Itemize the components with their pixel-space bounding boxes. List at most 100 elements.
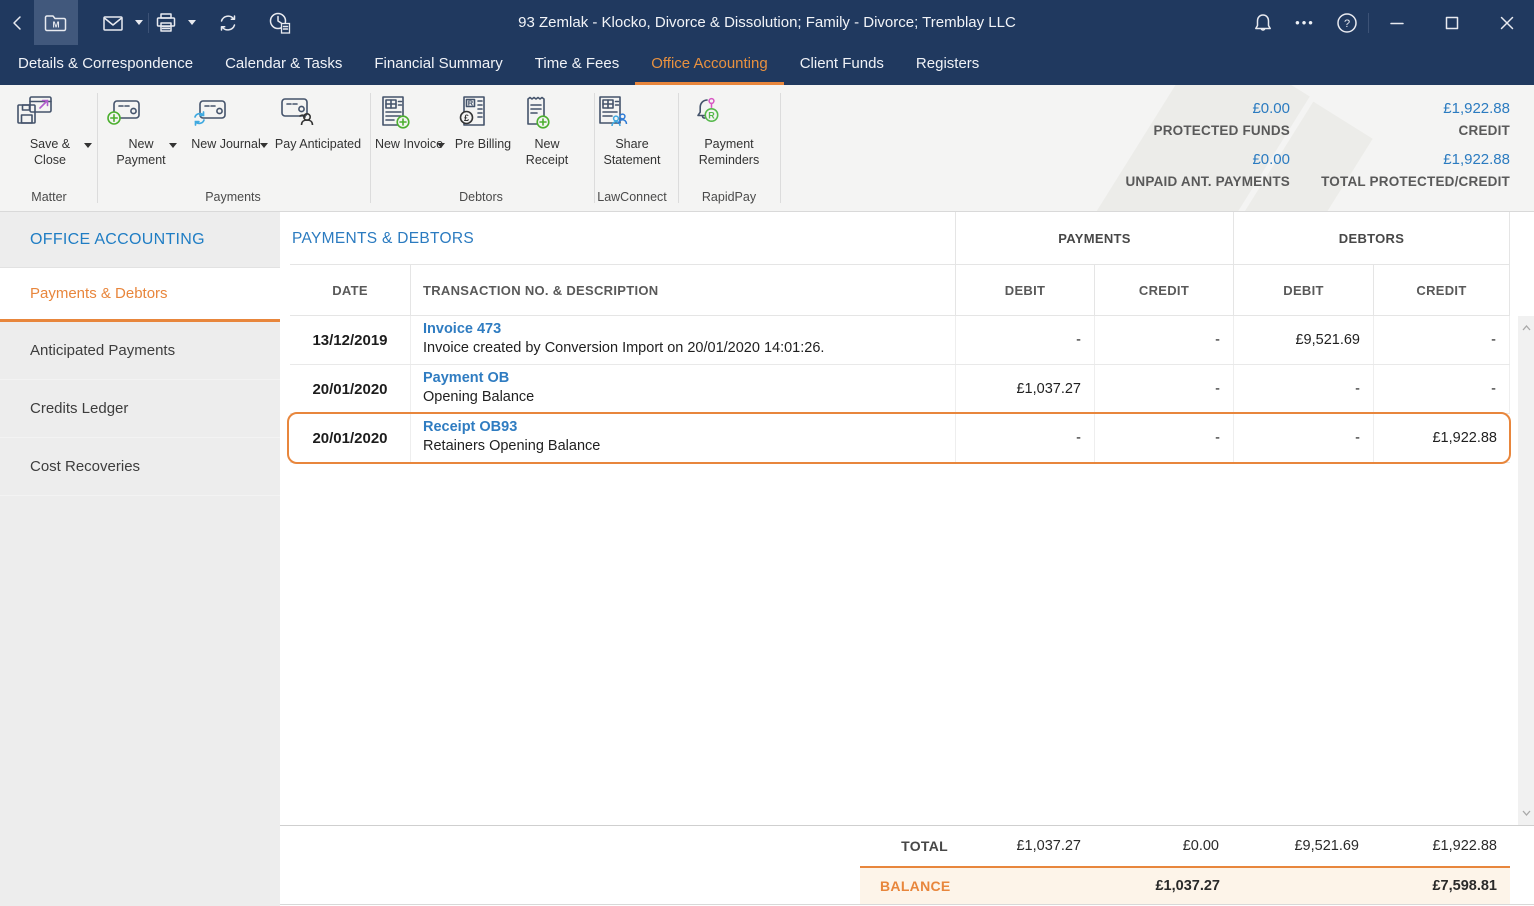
new-journal-icon	[190, 95, 262, 131]
total-payments-debit: £1,037.27	[1016, 826, 1081, 866]
new-payment-button[interactable]: New Payment	[104, 95, 178, 169]
transaction-link[interactable]: Receipt OB93	[423, 419, 955, 435]
email-button[interactable]	[96, 0, 130, 45]
share-statement-button[interactable]: Share Statement	[590, 95, 674, 169]
footer-divider	[280, 904, 1534, 905]
column-header-description[interactable]: TRANSACTION NO. & DESCRIPTION	[410, 265, 955, 315]
new-receipt-icon	[515, 95, 579, 131]
envelope-icon	[102, 14, 124, 32]
group-label-rapidpay: RapidPay	[702, 190, 756, 204]
sidebar-item-cost-recoveries[interactable]: Cost Recoveries	[0, 438, 280, 496]
new-payment-dropdown[interactable]	[169, 143, 177, 148]
table-row[interactable]: 13/12/2019 Invoice 473 Invoice created b…	[290, 316, 1510, 365]
vertical-scrollbar[interactable]	[1518, 316, 1534, 825]
maximize-icon	[1445, 16, 1459, 30]
tab-client-funds[interactable]: Client Funds	[784, 45, 900, 85]
help-button[interactable]: ?	[1326, 0, 1368, 45]
save-close-dropdown[interactable]	[84, 143, 92, 148]
transaction-rows: 13/12/2019 Invoice 473 Invoice created b…	[290, 316, 1510, 463]
tab-label: Details & Correspondence	[18, 55, 193, 72]
tab-calendar-tasks[interactable]: Calendar & Tasks	[209, 45, 358, 85]
table-row-selected[interactable]: 20/01/2020 Receipt OB93 Retainers Openin…	[290, 414, 1510, 463]
minimize-button[interactable]	[1369, 0, 1424, 45]
email-dropdown[interactable]	[130, 0, 148, 45]
protected-funds-value: £0.00	[1252, 100, 1290, 117]
matter-button[interactable]: M	[34, 0, 78, 45]
close-button[interactable]	[1479, 0, 1534, 45]
transaction-link[interactable]: Invoice 473	[423, 321, 955, 337]
tab-financial-summary[interactable]: Financial Summary	[358, 45, 518, 85]
sidebar-item-anticipated-payments[interactable]: Anticipated Payments	[0, 322, 280, 380]
new-payment-icon	[104, 95, 178, 131]
payments-debit-value: -	[955, 414, 1094, 462]
group-label-debtors: Debtors	[459, 190, 503, 204]
printer-icon	[155, 12, 177, 34]
tab-time-fees[interactable]: Time & Fees	[519, 45, 635, 85]
refresh-button[interactable]	[211, 0, 245, 45]
print-dropdown[interactable]	[183, 0, 201, 45]
caret-down-icon	[188, 20, 196, 25]
transaction-link[interactable]: Payment OB	[423, 370, 955, 386]
balance-label: BALANCE	[880, 868, 951, 905]
tab-registers[interactable]: Registers	[900, 45, 995, 85]
tab-office-accounting[interactable]: Office Accounting	[635, 45, 783, 85]
total-protected-credit-label: TOTAL PROTECTED/CREDIT	[1321, 174, 1510, 189]
sidebar-item-credits-ledger[interactable]: Credits Ledger	[0, 380, 280, 438]
app-window: M	[0, 0, 1534, 906]
payments-debtors-grid: PAYMENTS & DEBTORS PAYMENTS DEBTORS DATE…	[280, 212, 1534, 906]
balance-debtors-value: £7,598.81	[1432, 868, 1497, 905]
sidebar-item-label: Credits Ledger	[30, 400, 128, 417]
total-payments-credit: £0.00	[1183, 826, 1219, 866]
row-description-cell: Receipt OB93 Retainers Opening Balance	[410, 414, 955, 462]
time-recording-button[interactable]	[263, 0, 297, 45]
notifications-button[interactable]	[1242, 0, 1284, 45]
new-journal-dropdown[interactable]	[260, 143, 268, 148]
column-header-date[interactable]: DATE	[290, 265, 410, 315]
more-options-button[interactable]: •••	[1284, 0, 1326, 45]
account-summary-panel: £0.00 PROTECTED FUNDS £1,922.88 CREDIT £…	[1054, 85, 1534, 212]
column-header-debtors-credit[interactable]: CREDIT	[1373, 265, 1510, 315]
pay-anticipated-button[interactable]: Pay Anticipated	[274, 95, 362, 152]
grid-header-band: PAYMENTS & DEBTORS PAYMENTS DEBTORS	[290, 212, 1510, 265]
matter-tab-bar: Details & Correspondence Calendar & Task…	[0, 45, 1534, 85]
total-row: TOTAL £1,037.27 £0.00 £9,521.69 £1,922.8…	[280, 826, 1534, 866]
ellipsis-icon: •••	[1295, 15, 1315, 30]
new-journal-button[interactable]: New Journal	[190, 95, 262, 152]
pre-billing-button[interactable]: R £ Pre Billing	[452, 95, 514, 152]
tab-label: Calendar & Tasks	[225, 55, 342, 72]
transaction-description: Opening Balance	[423, 389, 534, 405]
chevron-left-icon	[10, 14, 24, 32]
new-invoice-button[interactable]: New Invoice	[373, 95, 445, 152]
tab-details-correspondence[interactable]: Details & Correspondence	[2, 45, 209, 85]
save-close-button[interactable]: Save & Close	[14, 95, 86, 169]
new-invoice-dropdown[interactable]	[437, 143, 445, 148]
debtors-credit-value: -	[1373, 316, 1510, 364]
tab-label: Client Funds	[800, 55, 884, 72]
print-button[interactable]	[149, 0, 183, 45]
column-group-debtors: DEBTORS	[1233, 212, 1510, 265]
column-header-payments-debit[interactable]: DEBIT	[955, 265, 1094, 315]
debtors-credit-value: £1,922.88	[1373, 414, 1510, 462]
scroll-down-button[interactable]	[1518, 805, 1534, 821]
sidebar-item-payments-debtors[interactable]: Payments & Debtors	[0, 268, 280, 322]
new-receipt-button[interactable]: New Receipt	[515, 95, 579, 169]
close-icon	[1500, 16, 1514, 30]
payment-reminders-button[interactable]: R Payment Reminders	[683, 95, 775, 169]
column-headers: DATE TRANSACTION NO. & DESCRIPTION DEBIT…	[290, 265, 1510, 316]
column-header-debtors-debit[interactable]: DEBIT	[1233, 265, 1373, 315]
payment-reminders-label: Payment Reminders	[699, 137, 759, 167]
back-button[interactable]	[0, 0, 34, 45]
scroll-up-button[interactable]	[1518, 320, 1534, 336]
column-header-payments-credit[interactable]: CREDIT	[1094, 265, 1233, 315]
protected-funds-label: PROTECTED FUNDS	[1153, 123, 1290, 138]
group-label-lawconnect: LawConnect	[597, 190, 667, 204]
grid-title: PAYMENTS & DEBTORS	[292, 212, 474, 265]
matter-folder-icon: M	[43, 11, 69, 35]
maximize-button[interactable]	[1424, 0, 1479, 45]
bell-icon	[1253, 12, 1273, 34]
total-protected-credit-value: £1,922.88	[1443, 151, 1510, 168]
new-journal-label: New Journal	[191, 137, 260, 151]
table-row[interactable]: 20/01/2020 Payment OB Opening Balance £1…	[290, 365, 1510, 414]
title-bar: M	[0, 0, 1534, 45]
share-statement-icon	[590, 95, 674, 131]
